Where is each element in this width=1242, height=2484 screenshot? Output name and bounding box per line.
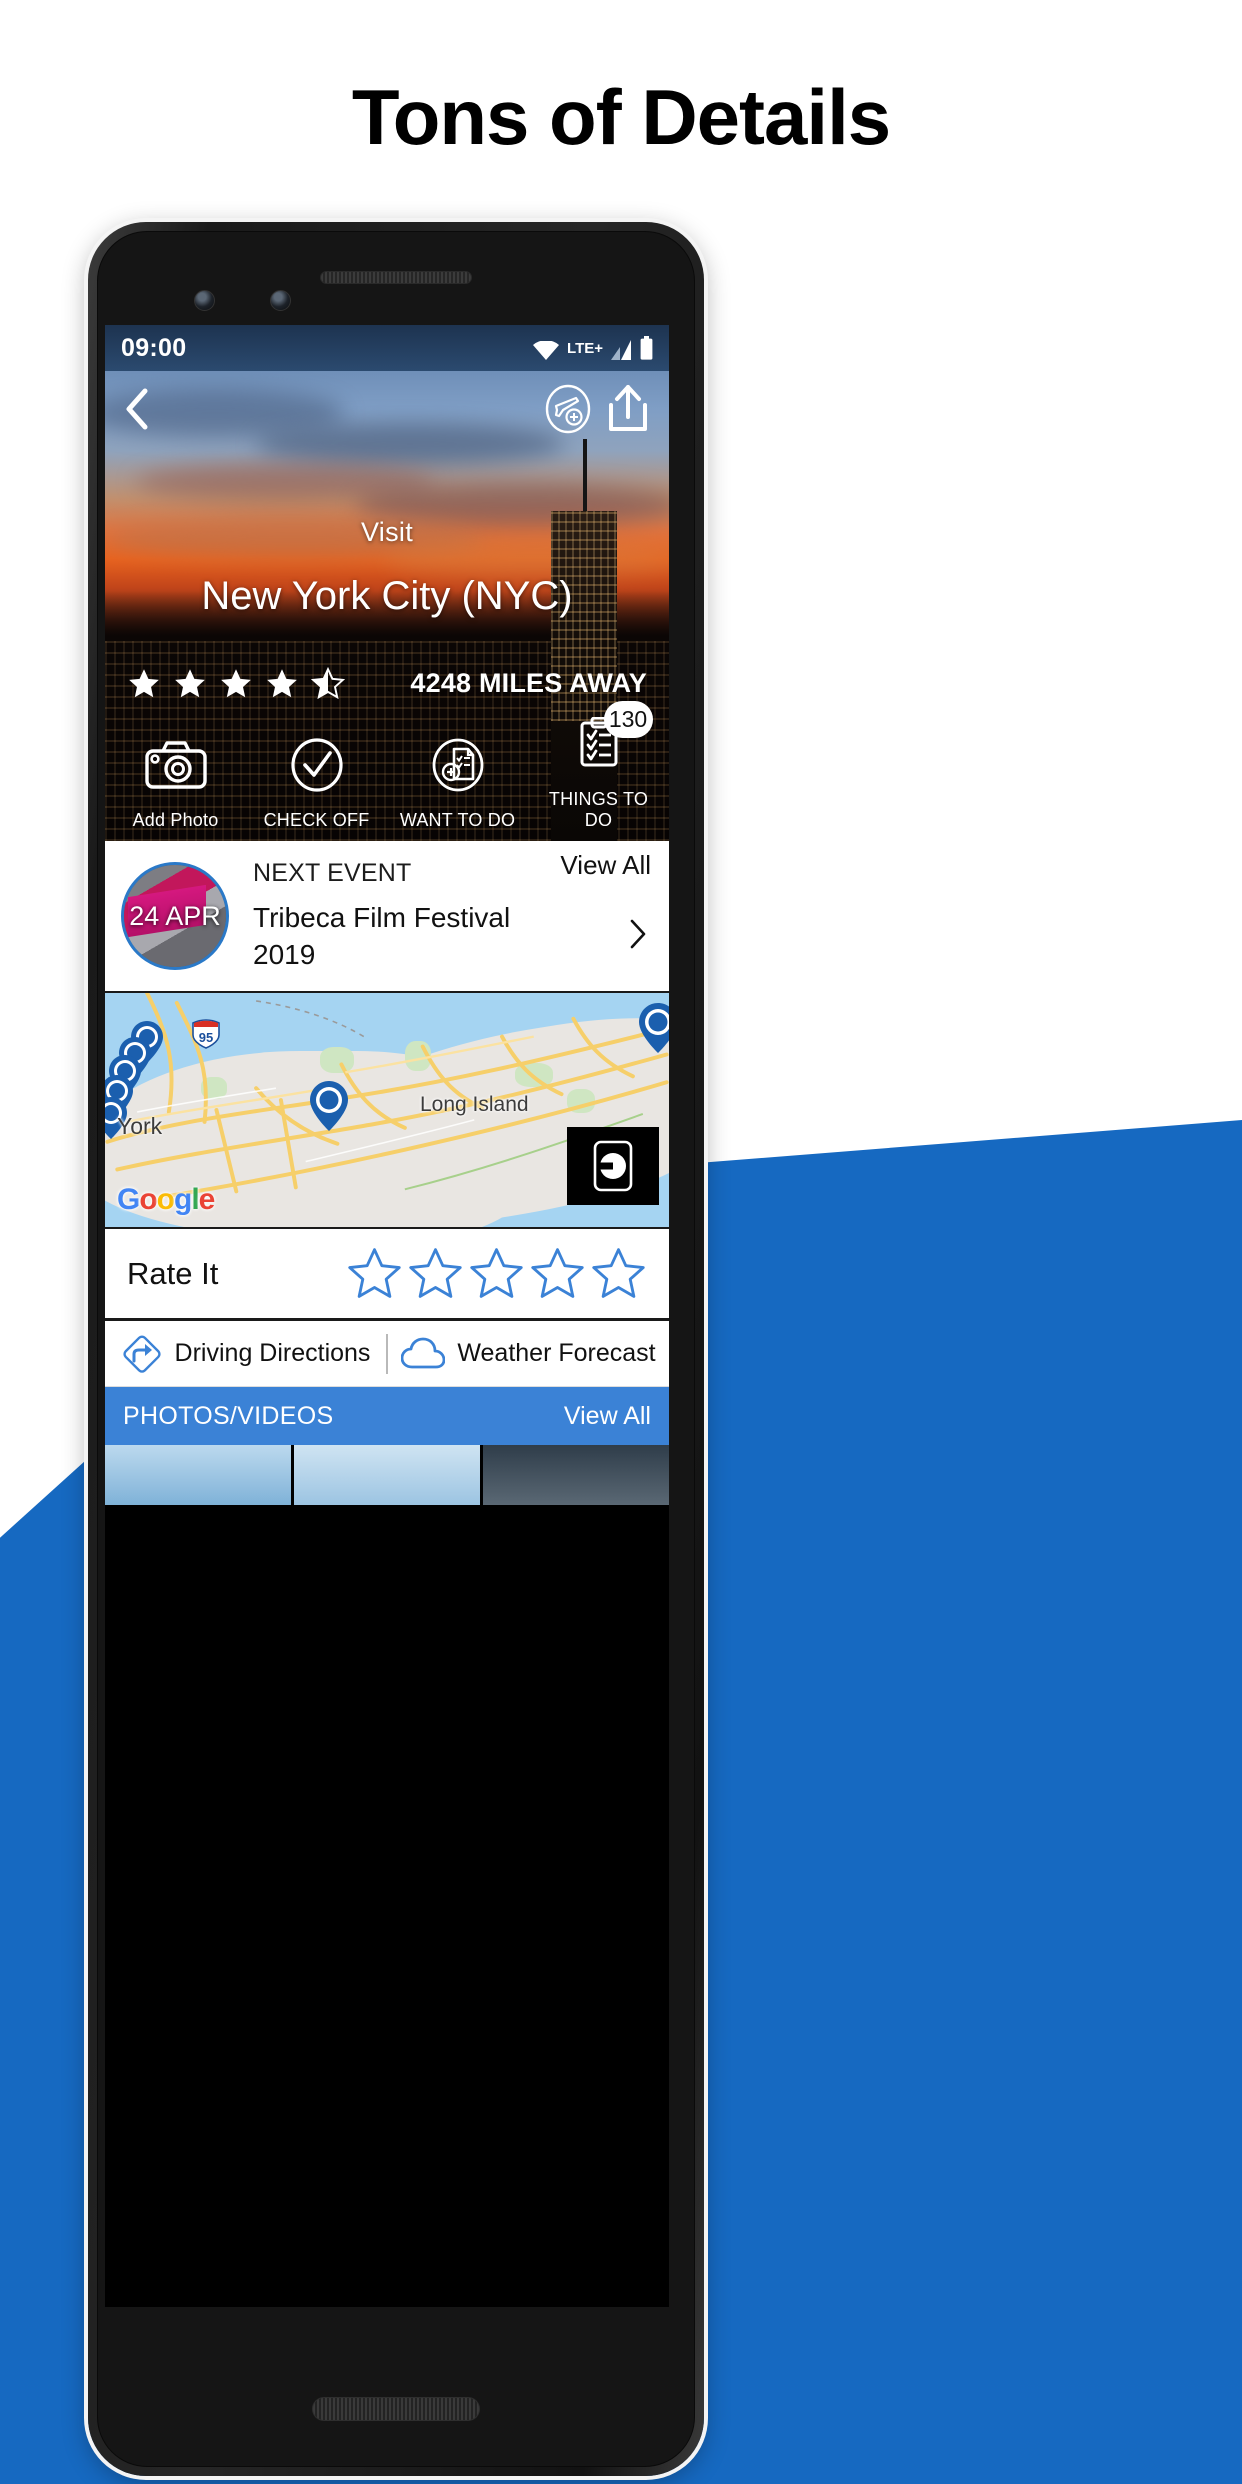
- empire-state-spire: [583, 439, 587, 511]
- google-attribution-logo: Google: [117, 1183, 216, 1217]
- hero-titles: Visit New York City (NYC): [105, 517, 669, 619]
- hero-top-actions: [545, 383, 651, 435]
- battery-icon: [640, 336, 653, 360]
- document-add-icon: [394, 734, 522, 796]
- event-card-right: View All: [543, 850, 653, 970]
- photo-thumbnail[interactable]: [105, 1445, 291, 1505]
- phone-mockup: 09:00 LTE+ Visit New York City (NYC) 424…: [88, 222, 704, 2476]
- camera-icon: [112, 734, 240, 796]
- status-time: 09:00: [121, 333, 187, 362]
- lte-label: LTE+: [567, 340, 603, 357]
- hero-action-buttons: Add Photo CHECK OFF WANT TO DO 130 THING…: [105, 701, 669, 831]
- airplane-add-icon[interactable]: [545, 384, 591, 434]
- destination-hero: Visit New York City (NYC) 4248 MILES AWA…: [105, 371, 669, 841]
- phone-screen: 09:00 LTE+ Visit New York City (NYC) 424…: [105, 325, 669, 2307]
- google-letter: o: [156, 1183, 175, 1216]
- star-filled-icon: [267, 669, 297, 698]
- hero-top-bar: [105, 371, 669, 447]
- rate-it-row: Rate It: [105, 1229, 669, 1321]
- link-label: Driving Directions: [174, 1339, 371, 1367]
- status-icons: LTE+: [533, 336, 653, 360]
- front-camera-icon: [194, 290, 215, 311]
- photos-view-all-link[interactable]: View All: [564, 1402, 651, 1431]
- quick-links-row: Driving Directions Weather Forecast: [105, 1321, 669, 1387]
- map-card[interactable]: 95 Long Island York Google: [105, 993, 669, 1229]
- share-upload-icon[interactable]: [605, 383, 651, 435]
- star-filled-icon: [221, 669, 251, 698]
- star-half-icon: [311, 667, 345, 700]
- distance-label: 4248 MILES AWAY: [410, 668, 647, 698]
- event-text-block: NEXT EVENT Tribeca Film Festival 2019: [229, 859, 543, 974]
- star-outline-icon[interactable]: [529, 1246, 586, 1301]
- star-outline-icon[interactable]: [346, 1246, 403, 1301]
- signal-icon: [611, 340, 631, 360]
- event-view-all-link[interactable]: View All: [560, 850, 651, 881]
- page-headline: Tons of Details: [351, 73, 891, 161]
- event-kicker: NEXT EVENT: [253, 858, 412, 887]
- photo-thumbnail[interactable]: [483, 1445, 669, 1505]
- photos-videos-title: PHOTOS/VIDEOS: [123, 1401, 334, 1430]
- map-pin-icon[interactable]: [639, 1003, 669, 1053]
- wifi-icon: [533, 341, 560, 360]
- rate-it-stars: [346, 1246, 647, 1301]
- action-check-off[interactable]: CHECK OFF: [253, 734, 381, 831]
- hero-destination-title: New York City (NYC): [201, 574, 573, 618]
- map-label-new-york: York: [117, 1113, 163, 1139]
- next-event-card[interactable]: 24 APR NEXT EVENT Tribeca Film Festival …: [105, 841, 669, 993]
- map-pin-cluster: [105, 1021, 213, 1161]
- weather-forecast-link[interactable]: Weather Forecast: [388, 1337, 669, 1371]
- bottom-speaker-grille: [312, 2397, 480, 2421]
- action-label: THINGS TO DO: [548, 789, 649, 830]
- action-label: Add Photo: [132, 810, 219, 830]
- star-filled-icon: [175, 669, 205, 698]
- photos-videos-bar: PHOTOS/VIDEOS View All: [105, 1387, 669, 1445]
- star-outline-icon[interactable]: [468, 1246, 525, 1301]
- driving-directions-link[interactable]: Driving Directions: [105, 1333, 386, 1375]
- check-circle-icon: [253, 734, 381, 796]
- map-label-long-island: Long Island: [420, 1093, 529, 1116]
- front-sensor-icon: [270, 290, 291, 311]
- status-bar: 09:00 LTE+: [105, 325, 669, 371]
- star-outline-icon[interactable]: [590, 1246, 647, 1301]
- uber-icon: [593, 1140, 633, 1192]
- event-title: Tribeca Film Festival 2019: [253, 901, 511, 970]
- back-chevron-icon[interactable]: [123, 387, 151, 431]
- google-letter: e: [198, 1183, 216, 1216]
- action-want-to-do[interactable]: WANT TO DO: [394, 734, 522, 831]
- event-date-badge: 24 APR: [129, 900, 221, 931]
- action-label: WANT TO DO: [399, 810, 516, 830]
- earpiece-speaker: [320, 271, 472, 284]
- hero-rating-row: 4248 MILES AWAY: [105, 667, 669, 700]
- star-outline-icon[interactable]: [407, 1246, 464, 1301]
- google-letter: l: [191, 1183, 199, 1216]
- map-pin-icon[interactable]: [310, 1081, 348, 1131]
- event-thumbnail: 24 APR: [121, 862, 229, 970]
- chevron-right-icon[interactable]: [629, 918, 647, 950]
- things-to-do-badge: 130: [603, 701, 653, 738]
- link-label: Weather Forecast: [457, 1339, 656, 1367]
- photo-thumbnail[interactable]: [294, 1445, 480, 1505]
- photos-thumbnail-strip: [105, 1445, 669, 1505]
- google-letter: g: [174, 1183, 192, 1216]
- google-letter: G: [117, 1183, 140, 1216]
- cloud-icon: [401, 1337, 446, 1368]
- google-letter: o: [139, 1183, 157, 1216]
- action-add-photo[interactable]: Add Photo: [112, 734, 240, 831]
- ride-request-button[interactable]: [567, 1127, 659, 1205]
- turn-right-diamond-icon: [122, 1334, 161, 1373]
- hero-rating-stars: [127, 667, 345, 700]
- hero-kicker: Visit: [360, 517, 414, 547]
- action-things-to-do[interactable]: 130 THINGS TO DO: [535, 701, 663, 831]
- action-label: CHECK OFF: [263, 810, 370, 830]
- rate-it-label: Rate It: [127, 1255, 219, 1291]
- star-filled-icon: [129, 669, 159, 698]
